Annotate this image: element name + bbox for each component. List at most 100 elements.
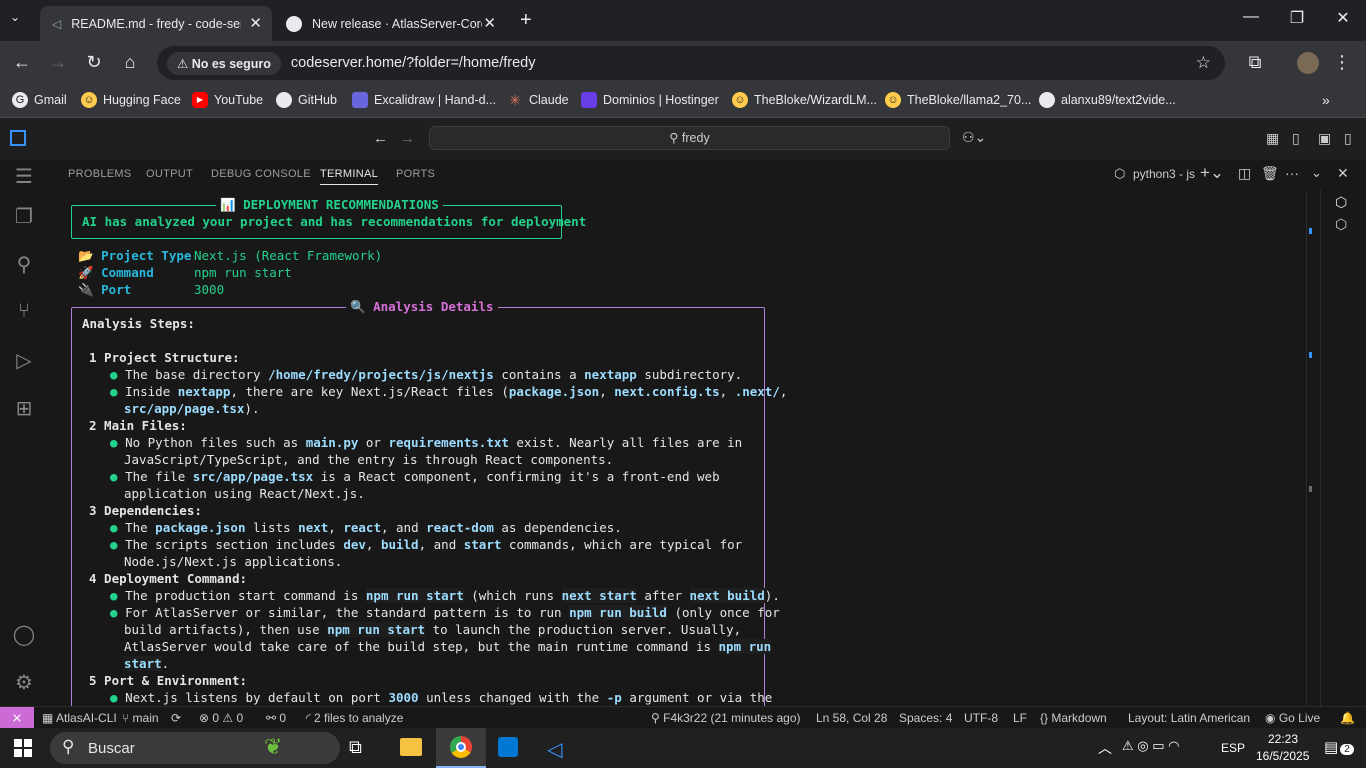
terminal-instance-icon[interactable]: ⬡	[1335, 194, 1347, 211]
status-analyze[interactable]: ◜ 2 files to analyze	[306, 711, 403, 725]
taskbar-search[interactable]: ⚲ Buscar ❦	[50, 732, 340, 764]
terminal-name[interactable]: python3 - js	[1133, 167, 1195, 181]
sync-icon[interactable]: ⟳	[171, 711, 181, 725]
tab-output[interactable]: OUTPUT	[146, 168, 193, 180]
account-icon[interactable]: ◯	[12, 622, 36, 646]
file-explorer-icon[interactable]	[400, 738, 422, 756]
chrome-icon[interactable]	[436, 728, 486, 768]
new-tab-icon[interactable]: +	[520, 9, 532, 32]
toggle-sidebar-icon[interactable]: ▯	[1292, 130, 1300, 147]
copilot-icon[interactable]: ⚇⌄	[962, 129, 986, 146]
close-tab-icon[interactable]: ✕	[483, 14, 496, 32]
back-icon[interactable]: ←	[10, 52, 34, 73]
status-layout[interactable]: Layout: Latin American	[1128, 711, 1250, 725]
status-language[interactable]: {} Markdown	[1040, 711, 1107, 725]
scroll-marker	[1309, 228, 1312, 234]
close-tab-icon[interactable]: ✕	[249, 14, 262, 32]
step-3-bullet-1: ● The package.json lists next, react, an…	[110, 520, 622, 535]
forward-icon[interactable]: →	[46, 52, 70, 73]
windows-start-icon[interactable]	[14, 739, 32, 757]
search-icon[interactable]: ⚲	[12, 252, 36, 276]
omnibox[interactable]: ⚠ No es seguro codeserver.home/?folder=/…	[157, 46, 1225, 80]
bookmark-excalidraw[interactable]: Excalidraw | Hand-d...	[352, 92, 496, 108]
status-extension[interactable]: ▦ AtlasAI-CLI	[42, 711, 117, 725]
input-language[interactable]: ESP	[1221, 741, 1245, 755]
notifications-bell-icon[interactable]: 🔔	[1340, 711, 1355, 725]
minimize-icon[interactable]: —	[1228, 8, 1274, 26]
bookmark-star-icon[interactable]: ☆	[1196, 53, 1211, 73]
terminal-instance-icon[interactable]: ⬡	[1335, 216, 1347, 233]
browser-tab-active[interactable]: ◁ README.md - fredy - code-serv ✕	[40, 6, 272, 41]
extensions-icon[interactable]: ⊞	[12, 396, 36, 420]
tab-problems[interactable]: PROBLEMS	[68, 168, 132, 180]
menu-icon[interactable]: ⋮	[1330, 52, 1354, 73]
status-problems[interactable]: ⊗ 0 ⚠ 0	[199, 711, 243, 725]
nav-back-icon[interactable]: ←	[373, 130, 388, 147]
bookmark-text2video[interactable]: alanxu89/text2vide...	[1039, 92, 1176, 108]
hugging-face-icon: ☺	[885, 92, 901, 108]
status-spaces[interactable]: Spaces: 4	[899, 711, 952, 725]
close-window-icon[interactable]: ✕	[1320, 8, 1366, 28]
status-eol[interactable]: LF	[1013, 711, 1027, 725]
more-actions-icon[interactable]: ···	[1285, 165, 1299, 181]
toggle-panel-icon[interactable]: ▣	[1318, 130, 1331, 147]
clock-date[interactable]: 16/5/2025	[1256, 749, 1309, 763]
terminal-scrollbar[interactable]	[1306, 190, 1320, 706]
new-terminal-icon[interactable]: +⌄	[1200, 163, 1224, 183]
vscode-taskbar-icon[interactable]: ◁	[547, 737, 562, 762]
port-value: 3000	[194, 282, 225, 297]
tab-debug-console[interactable]: DEBUG CONSOLE	[211, 168, 311, 180]
tray-chevron-icon[interactable]: ︿	[1098, 738, 1112, 758]
run-debug-icon[interactable]: ▷	[12, 348, 36, 372]
bookmark-hostinger[interactable]: Dominios | Hostinger	[581, 92, 719, 108]
menu-icon[interactable]: ☰	[12, 164, 36, 188]
clock-time[interactable]: 22:23	[1268, 732, 1298, 746]
notification-center-icon[interactable]: ▤ 2	[1324, 738, 1354, 756]
tab-search-button[interactable]: ⌄	[10, 10, 28, 28]
tab-terminal[interactable]: TERMINAL	[320, 168, 379, 185]
details-title: 🔍 Analysis Details	[346, 298, 498, 315]
security-indicator[interactable]: ⚠ No es seguro	[167, 51, 281, 75]
command-center[interactable]: ⚲ fredy	[429, 126, 950, 150]
tab-ports[interactable]: PORTS	[396, 168, 435, 180]
reload-icon[interactable]: ↻	[82, 52, 106, 73]
source-control-icon[interactable]: ⑂	[12, 300, 36, 324]
notification-count: 2	[1340, 744, 1354, 755]
explorer-icon[interactable]: ❐	[12, 204, 36, 228]
nav-forward-icon[interactable]: →	[400, 130, 415, 147]
status-ports[interactable]: ⚯ 0	[266, 711, 286, 725]
tray-icons[interactable]: ⚠ ◎ ▭ ◠	[1122, 738, 1179, 754]
bookmark-claude[interactable]: ✳ Claude	[507, 92, 569, 108]
bookmark-thebloke-wizard[interactable]: ☺ TheBloke/WizardLM...	[732, 92, 877, 108]
remote-indicator-icon[interactable]: ⨯	[0, 707, 34, 729]
status-branch[interactable]: ⑂ main	[122, 711, 159, 725]
toggle-secondary-sidebar-icon[interactable]: ▯	[1344, 130, 1352, 147]
profile-avatar[interactable]	[1297, 52, 1319, 74]
command-label: 🚀 Command	[78, 265, 154, 280]
extensions-icon[interactable]: ⧉	[1243, 52, 1267, 73]
split-terminal-icon[interactable]: ◫	[1238, 165, 1251, 182]
store-icon[interactable]	[498, 737, 518, 757]
terminal-output[interactable]: 📊 DEPLOYMENT RECOMMENDATIONS AI has anal…	[48, 190, 1306, 706]
status-encoding[interactable]: UTF-8	[964, 711, 998, 725]
home-icon[interactable]: ⌂	[118, 52, 142, 73]
bookmark-thebloke-llama[interactable]: ☺ TheBloke/llama2_70...	[885, 92, 1031, 108]
status-commit[interactable]: ⚲ F4k3r22 (21 minutes ago)	[651, 711, 801, 725]
more-bookmarks-icon[interactable]: »	[1322, 92, 1330, 108]
status-golive[interactable]: ◉ Go Live	[1265, 711, 1320, 725]
settings-gear-icon[interactable]: ⚙	[12, 670, 36, 694]
browser-tab[interactable]: New release · AtlasServer-Core/ ✕	[274, 6, 506, 41]
status-position[interactable]: Ln 58, Col 28	[816, 711, 887, 725]
kill-terminal-icon[interactable]: 🗑	[1261, 165, 1279, 182]
maximize-icon[interactable]: ❐	[1274, 8, 1320, 28]
bookmark-gmail[interactable]: G Gmail	[12, 92, 67, 108]
maximize-panel-icon[interactable]: ⌄	[1311, 165, 1322, 181]
task-view-icon[interactable]: ⧉	[349, 737, 362, 758]
banner-text: AI has analyzed your project and has rec…	[82, 214, 587, 229]
bookmark-github[interactable]: GitHub	[276, 92, 337, 108]
close-panel-icon[interactable]: ✕	[1337, 165, 1349, 182]
customize-layout-icon[interactable]: ▦	[1266, 130, 1279, 147]
bookmark-youtube[interactable]: ▶ YouTube	[192, 92, 263, 108]
bookmark-hugging-face[interactable]: ☺ Hugging Face	[81, 92, 181, 108]
url-text[interactable]: codeserver.home/?folder=/home/fredy	[291, 55, 536, 71]
